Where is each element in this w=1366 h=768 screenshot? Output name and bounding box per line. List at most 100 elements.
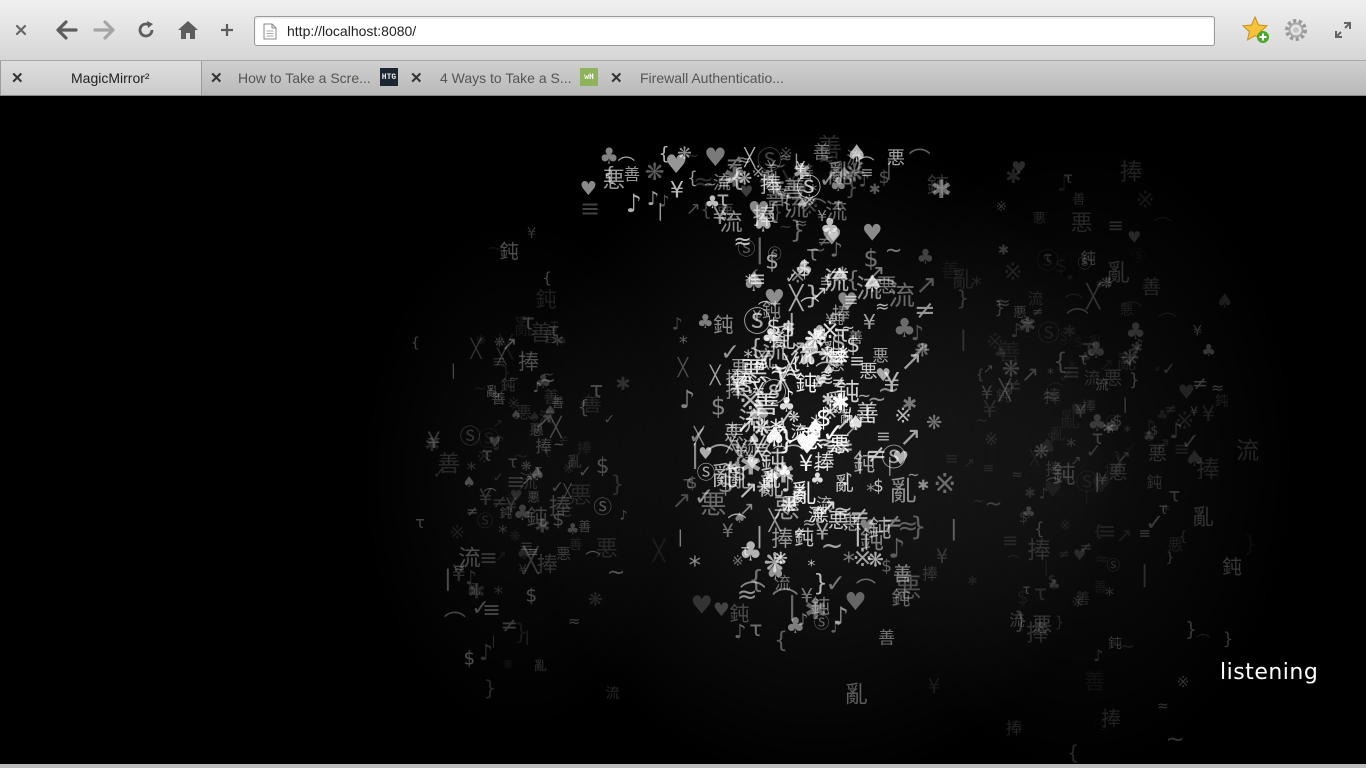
tab-firewall-authentication[interactable]: ✕ Firewall Authenticatio...: [602, 61, 842, 95]
matrix-glyph: ✱: [1024, 485, 1035, 501]
matrix-glyph: ♪: [647, 187, 659, 210]
tab-close-icon[interactable]: ✕: [410, 69, 423, 87]
matrix-glyph: $: [879, 168, 890, 188]
matrix-glyph: |: [678, 526, 684, 546]
matrix-glyph: ※: [1136, 187, 1155, 213]
matrix-glyph: ♪: [626, 189, 642, 218]
matrix-glyph: ¥: [479, 485, 493, 511]
matrix-glyph: 亂: [1107, 259, 1130, 286]
matrix-glyph: ╳: [677, 357, 690, 378]
matrix-glyph: ❋: [752, 415, 771, 441]
matrix-glyph: ⌒: [444, 611, 466, 637]
tab-how-to-take-screenshot[interactable]: ✕ How to Take a Scre... HTG: [202, 61, 402, 95]
back-button[interactable]: [52, 15, 82, 45]
matrix-glyph: }: [1055, 614, 1064, 631]
matrix-glyph: ~: [841, 318, 855, 337]
matrix-glyph: ¥: [928, 674, 941, 698]
matrix-glyph: 捧: [1006, 718, 1023, 738]
matrix-glyph: |: [1141, 562, 1149, 588]
tab-magicmirror[interactable]: ✕ MagicMirror²: [0, 61, 202, 95]
matrix-glyph: ♥: [665, 150, 688, 180]
matrix-glyph: 悪: [1168, 536, 1183, 554]
matrix-glyph: ¥: [863, 310, 876, 334]
matrix-glyph: *: [808, 556, 816, 574]
arrow-left-icon: [56, 20, 78, 40]
matrix-glyph: $: [464, 648, 476, 669]
matrix-glyph: *: [467, 460, 476, 481]
matrix-glyph: 鈍: [927, 174, 949, 199]
matrix-glyph: ≈: [875, 297, 889, 317]
matrix-glyph: ╳: [783, 353, 798, 379]
matrix-glyph: ✱: [615, 374, 630, 395]
matrix-glyph: ≡: [876, 427, 891, 447]
matrix-glyph: *: [689, 551, 701, 580]
matrix-glyph: ↗: [1154, 432, 1171, 456]
matrix-glyph: |: [960, 327, 967, 352]
matrix-glyph: *: [494, 583, 504, 605]
matrix-glyph: 鈍: [1081, 250, 1096, 268]
matrix-glyph: |: [756, 523, 763, 549]
matrix-glyph: ♣: [786, 614, 806, 639]
matrix-glyph: ✓: [822, 418, 845, 449]
matrix-glyph: *: [679, 333, 688, 353]
matrix-glyph: ✓: [604, 413, 615, 428]
matrix-glyph: ~: [562, 498, 575, 516]
matrix-glyph: ⌒: [1153, 216, 1172, 239]
matrix-glyph: ≡: [983, 461, 994, 476]
matrix-glyph: ≠: [492, 490, 508, 513]
reload-icon: [138, 21, 154, 38]
matrix-glyph: 捧: [577, 440, 591, 457]
matrix-glyph: ¥: [519, 563, 527, 578]
matrix-glyph: 鈍: [868, 516, 891, 543]
tab-4-ways[interactable]: ✕ 4 Ways to Take a S... wH: [402, 61, 602, 95]
url-text[interactable]: http://localhost:8080/: [287, 23, 416, 39]
tab-close-icon[interactable]: ✕: [210, 69, 223, 87]
matrix-glyph: ≡: [1108, 214, 1124, 237]
matrix-glyph: 捧: [1044, 387, 1061, 407]
matrix-glyph: ✓: [720, 338, 740, 366]
matrix-glyph: ✓: [1162, 360, 1176, 379]
matrix-glyph: ✱: [968, 573, 978, 588]
matrix-glyph: ≈: [568, 613, 580, 630]
matrix-glyph: 善: [1142, 275, 1161, 298]
new-tab-button[interactable]: [212, 15, 242, 45]
tab-title: How to Take a Scre...: [238, 70, 371, 86]
expand-icon: [1335, 22, 1351, 38]
tab-close-icon[interactable]: ✕: [610, 69, 623, 87]
matrix-glyph: }: [956, 286, 969, 310]
matrix-glyph: 鈍: [1147, 473, 1163, 491]
matrix-glyph: ♠: [556, 334, 568, 349]
matrix-glyph: ↗: [1021, 362, 1039, 387]
matrix-glyph: |: [451, 361, 456, 379]
matrix-glyph: 善: [624, 165, 640, 184]
matrix-glyph: 捧: [1120, 159, 1143, 185]
matrix-glyph: ♣: [916, 245, 934, 269]
matrix-glyph: ~: [857, 386, 871, 405]
matrix-glyph: ✱: [998, 243, 1009, 259]
matrix-glyph: $: [1055, 254, 1068, 277]
matrix-glyph: $: [596, 454, 610, 479]
matrix-glyph: 亂: [845, 682, 868, 708]
matrix-glyph: ♣: [705, 193, 721, 213]
close-icon[interactable]: [6, 15, 36, 45]
matrix-glyph: ¥: [936, 545, 948, 568]
matrix-glyph: ❋: [588, 590, 603, 611]
matrix-glyph: ♪: [830, 617, 841, 637]
home-button[interactable]: [173, 15, 203, 45]
matrix-glyph: ※: [1003, 260, 1022, 286]
matrix-glyph: 捧: [734, 368, 753, 391]
matrix-glyph: }: [994, 297, 1005, 317]
bookmark-button[interactable]: [1240, 15, 1272, 45]
matrix-glyph: ♥: [713, 600, 730, 621]
matrix-glyph: ♥: [764, 284, 786, 312]
fullscreen-button[interactable]: [1328, 15, 1358, 45]
settings-button[interactable]: [1281, 15, 1311, 45]
tab-close-icon[interactable]: ✕: [11, 69, 24, 87]
matrix-glyph: ✓: [493, 471, 504, 486]
reload-button[interactable]: [131, 15, 161, 45]
matrix-glyph: ♣: [1022, 504, 1036, 522]
address-bar[interactable]: http://localhost:8080/: [254, 16, 1215, 46]
matrix-glyph: ❋: [926, 411, 942, 434]
matrix-glyph: ~: [1119, 634, 1135, 657]
forward-button[interactable]: [89, 15, 119, 45]
